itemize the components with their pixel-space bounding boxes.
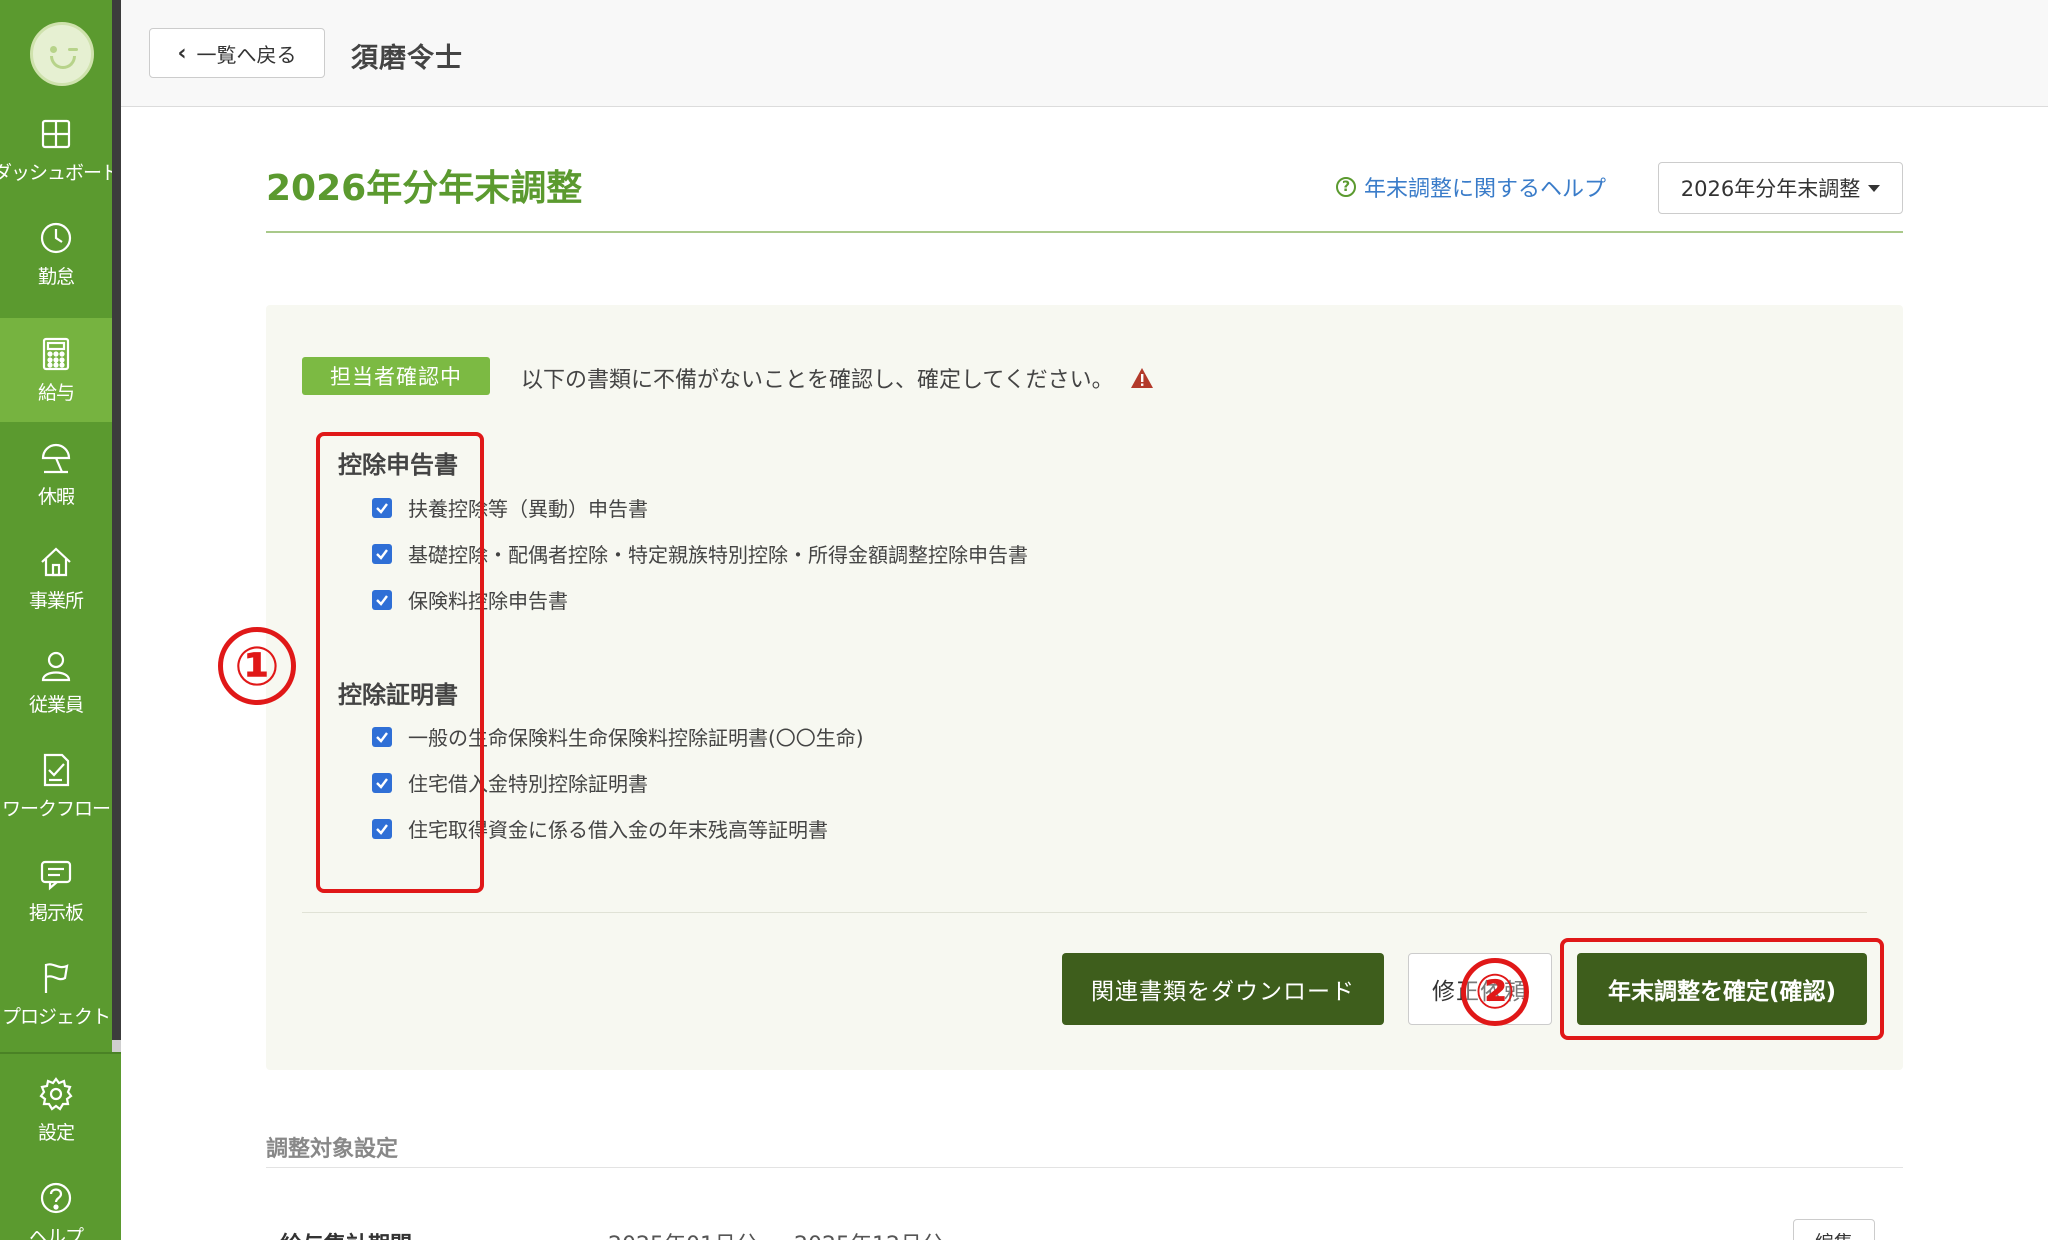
top-bar: ‹ 一覧へ戻る 須磨令士	[121, 0, 2048, 107]
back-to-list-button[interactable]: ‹ 一覧へ戻る	[149, 28, 325, 78]
question-icon: ?	[1336, 177, 1356, 197]
sidebar-item-employees[interactable]: 従業員	[0, 630, 112, 734]
download-documents-button[interactable]: 関連書類をダウンロード	[1062, 953, 1384, 1025]
sidebar-item-label: 設定	[37, 1121, 75, 1144]
sidebar-scrollbar[interactable]	[112, 0, 121, 1050]
calculator-icon	[42, 337, 70, 370]
sidebar-item-attendance[interactable]: 勤怠	[0, 202, 112, 306]
payroll-period-label: 給与集計期間	[280, 1227, 412, 1240]
sidebar-item-label: 従業員	[28, 693, 84, 716]
sidebar-item-label: 給与	[37, 381, 75, 404]
home-icon	[41, 546, 71, 576]
sidebar-item-help[interactable]: ヘルプ	[0, 1162, 112, 1240]
sidebar: ダッシュボード 勤怠 給与 休暇 事業所 従業員 ワークフロー 掲示板 プロジェ…	[0, 0, 121, 1240]
gear-icon	[39, 1076, 73, 1111]
employee-name: 須磨令士	[351, 43, 463, 74]
message-icon	[40, 860, 72, 890]
sidebar-item-label: ワークフロー	[1, 797, 111, 820]
logo[interactable]	[30, 22, 94, 86]
chevron-left-icon: ‹	[177, 40, 187, 66]
payroll-period-value: 2025年01月分 〜 2025年12月分	[608, 1227, 944, 1240]
clock-icon	[40, 222, 72, 253]
section-divider	[266, 1167, 1903, 1168]
sidebar-scrollbar-end	[112, 1040, 121, 1052]
sidebar-item-label: ヘルプ	[28, 1225, 84, 1240]
sidebar-item-bulletin[interactable]: 掲示板	[0, 838, 112, 942]
app-root: ダッシュボード 勤怠 給与 休暇 事業所 従業員 ワークフロー 掲示板 プロジェ…	[0, 0, 2048, 1240]
page-title: 2026年分年末調整	[266, 168, 583, 209]
year-select-value: 2026年分年末調整	[1680, 177, 1861, 201]
dashboard-icon	[41, 119, 71, 148]
warning-icon	[1130, 368, 1153, 388]
annotation-marker-1: ①	[218, 627, 296, 705]
confirm-year-end-button[interactable]: 年末調整を確定(確認)	[1577, 953, 1867, 1025]
person-icon	[41, 651, 71, 681]
year-end-help-link[interactable]: ? 年末調整に関するヘルプ	[1336, 171, 1606, 203]
sidebar-item-label: 勤怠	[37, 265, 75, 288]
sidebar-item-label: 休暇	[37, 485, 75, 508]
sidebar-item-payroll[interactable]: 給与	[0, 318, 112, 422]
checklist-icon	[43, 753, 70, 786]
panel-divider	[302, 912, 1867, 913]
edit-button[interactable]: 編集	[1793, 1219, 1875, 1240]
sidebar-divider	[0, 1052, 121, 1054]
confirmation-notice-text: 以下の書類に不備がないことを確認し、確定してください。	[521, 368, 1114, 393]
beach-umbrella-icon	[41, 443, 71, 473]
status-badge: 担当者確認中	[302, 357, 490, 395]
flag-icon	[44, 962, 69, 993]
annotation-box-documents	[316, 432, 484, 893]
year-select[interactable]: 2026年分年末調整	[1658, 162, 1903, 214]
year-end-help-label: 年末調整に関するヘルプ	[1364, 177, 1607, 202]
sidebar-item-workflow[interactable]: ワークフロー	[0, 734, 112, 838]
sidebar-item-project[interactable]: プロジェクト	[0, 942, 112, 1046]
sidebar-item-label: 事業所	[28, 589, 84, 612]
adjustment-settings-title: 調整対象設定	[266, 1137, 399, 1162]
sidebar-item-dashboard[interactable]: ダッシュボード	[0, 98, 120, 202]
annotation-marker-2: ②	[1461, 958, 1529, 1026]
sidebar-item-label: 掲示板	[28, 901, 84, 924]
sidebar-item-office[interactable]: 事業所	[0, 526, 112, 630]
sidebar-item-label: プロジェクト	[1, 1005, 111, 1028]
back-to-list-label: 一覧へ戻る	[196, 42, 297, 67]
sidebar-item-leave[interactable]: 休暇	[0, 422, 112, 526]
help-icon	[40, 1182, 72, 1213]
title-divider	[266, 231, 1903, 233]
sidebar-item-label: ダッシュボード	[0, 161, 120, 184]
confirmation-notice: 以下の書類に不備がないことを確認し、確定してください。	[521, 362, 1154, 394]
confirmation-panel: 担当者確認中 以下の書類に不備がないことを確認し、確定してください。 控除申告書…	[218, 305, 1903, 1070]
sidebar-item-settings[interactable]: 設定	[0, 1058, 112, 1162]
document-name: 基礎控除・配偶者控除・特定親族特別控除・所得金額調整控除申告書	[408, 543, 1028, 567]
caret-down-icon	[1868, 184, 1881, 192]
